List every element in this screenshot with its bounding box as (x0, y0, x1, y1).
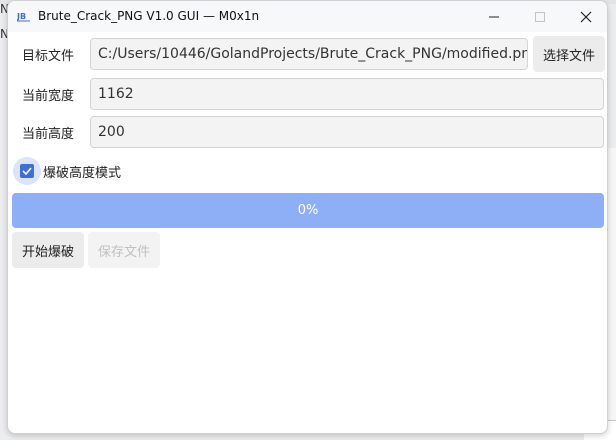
choose-file-button[interactable]: 选择文件 (533, 36, 605, 72)
close-icon (580, 11, 592, 22)
start-brute-button[interactable]: 开始爆破 (12, 232, 84, 268)
app-window: JB Brute_Crack_PNG V1.0 GUI — M0x1n 目标文件… (7, 0, 608, 434)
target-file-label: 目标文件 (22, 49, 75, 64)
minimize-button[interactable] (471, 1, 517, 32)
maximize-icon (535, 11, 545, 22)
save-file-button[interactable]: 保存文件 (88, 232, 160, 268)
progress-bar: 0% (12, 193, 604, 228)
svg-text:JB: JB (17, 12, 26, 21)
app-icon: JB (16, 10, 31, 22)
height-label: 当前高度 (22, 127, 75, 142)
height-mode-checkbox[interactable] (13, 157, 41, 185)
progress-text: 0% (297, 203, 319, 218)
height-field[interactable]: 200 (90, 116, 604, 148)
title-bar[interactable]: JB Brute_Crack_PNG V1.0 GUI — M0x1n (8, 1, 607, 32)
height-mode-label[interactable]: 爆破高度模式 (43, 162, 121, 181)
width-label: 当前宽度 (22, 89, 75, 104)
window-title: Brute_Crack_PNG V1.0 GUI — M0x1n (38, 9, 260, 23)
width-field[interactable]: 1162 (90, 78, 604, 110)
target-file-field[interactable]: C:/Users/10446/GolandProjects/Brute_Crac… (90, 38, 528, 70)
minimize-icon (489, 16, 499, 17)
maximize-button[interactable] (517, 1, 563, 32)
close-button[interactable] (563, 1, 607, 32)
checkmark-icon (20, 164, 34, 178)
